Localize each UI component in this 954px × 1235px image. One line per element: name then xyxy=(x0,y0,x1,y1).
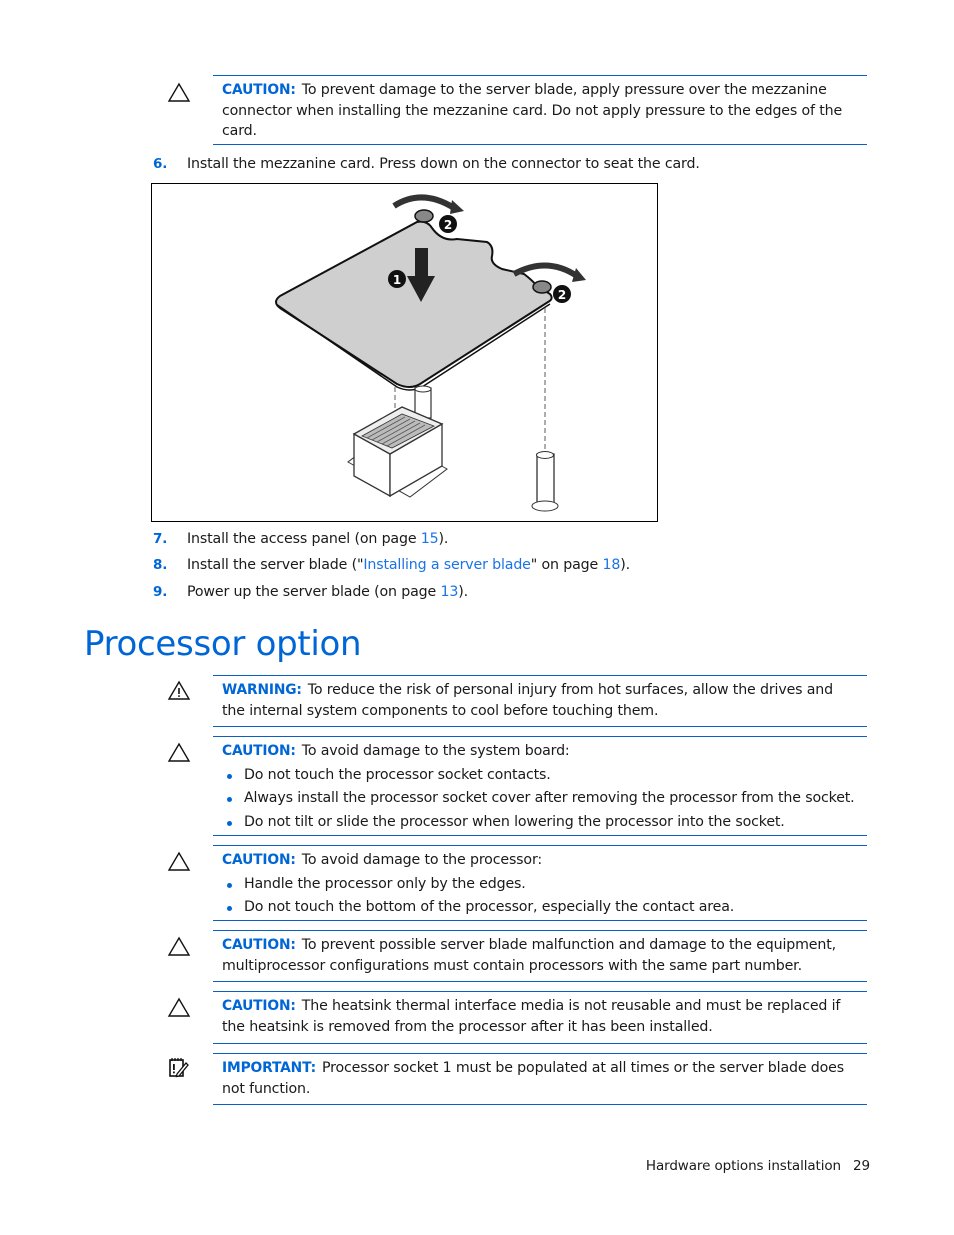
callout-1-label: 1 xyxy=(393,273,401,287)
step-item: 9. Power up the server blade (on page 13)… xyxy=(153,582,468,602)
step-text: Power up the server blade (on page xyxy=(187,584,441,600)
step-number: 7. xyxy=(153,531,168,547)
callout-2b-label: 2 xyxy=(558,288,566,302)
step-text: Install the access panel (on page xyxy=(187,531,421,547)
notice-label: CAUTION: xyxy=(222,937,296,953)
step-number: 6. xyxy=(153,156,168,172)
step-item: 6. Install the mezzanine card. Press down… xyxy=(153,154,700,174)
notice-text: To avoid damage to the processor: xyxy=(301,852,543,868)
step-number: 8. xyxy=(153,557,168,573)
bullet-item: Handle the processor only by the edges. xyxy=(222,873,857,897)
step-text-end: ). xyxy=(620,557,630,573)
notice-text: The heatsink thermal interface media is … xyxy=(222,998,841,1035)
important-notice: IMPORTANT: Processor socket 1 must be pop… xyxy=(213,1053,867,1105)
notice-label: CAUTION: xyxy=(222,82,296,98)
warning-triangle-icon xyxy=(167,680,191,700)
mezzanine-card-illustration: 1 2 2 xyxy=(275,194,586,512)
step-item: 7. Install the access panel (on page 15). xyxy=(153,529,448,549)
mezzanine-connector xyxy=(347,406,448,498)
step-text: Install the server blade (" xyxy=(187,557,364,573)
topic-link[interactable]: Installing a server blade xyxy=(363,557,531,573)
rotate-arrow-top xyxy=(392,194,456,211)
notice-text: To prevent damage to the server blade, a… xyxy=(222,82,843,139)
step-text-end: ). xyxy=(438,531,449,547)
caution-triangle-icon xyxy=(167,851,191,871)
caution-notice: CAUTION: The heatsink thermal interface m… xyxy=(213,991,867,1044)
manual-page: CAUTION: To prevent damage to the server … xyxy=(0,0,954,1235)
caution-notice: CAUTION: To prevent damage to the server … xyxy=(213,75,867,145)
step-text-end: ). xyxy=(458,584,468,600)
mezzanine-card-board xyxy=(275,220,553,388)
warning-notice: WARNING: To reduce the risk of personal i… xyxy=(213,675,867,727)
notice-label: WARNING: xyxy=(222,682,302,698)
section-heading: Processor option xyxy=(84,624,362,664)
thumbscrew-right xyxy=(532,280,552,294)
caution-triangle-icon xyxy=(167,997,191,1017)
bullet-list: Do not touch the processor socket contac… xyxy=(222,764,857,835)
caution-triangle-icon xyxy=(167,82,191,102)
mezzanine-card-figure: 1 2 2 xyxy=(151,183,658,522)
caution-notice: CAUTION: To avoid damage to the system bo… xyxy=(213,736,867,836)
notice-label: CAUTION: xyxy=(222,998,296,1014)
bullet-list: Handle the processor only by the edges. … xyxy=(222,873,857,920)
caution-triangle-icon xyxy=(167,936,191,956)
page-number: 29 xyxy=(853,1158,870,1174)
notice-text: To reduce the risk of personal injury fr… xyxy=(222,682,833,719)
bullet-item: Do not touch the processor socket contac… xyxy=(222,764,857,788)
step-number: 9. xyxy=(153,584,168,600)
bullet-item: Do not touch the bottom of the processor… xyxy=(222,896,857,920)
important-notepad-icon xyxy=(169,1058,189,1078)
standoff-tall xyxy=(531,451,559,512)
step-text-mid: " on page xyxy=(530,557,603,573)
bullet-item: Always install the processor socket cove… xyxy=(222,787,857,811)
callout-2a-label: 2 xyxy=(444,218,452,232)
step-text: Install the mezzanine card. Press down o… xyxy=(187,156,700,172)
notice-label: IMPORTANT: xyxy=(222,1060,316,1076)
page-link[interactable]: 18 xyxy=(602,557,620,573)
caution-triangle-icon xyxy=(167,742,191,762)
page-link[interactable]: 15 xyxy=(421,531,439,547)
notice-text: To prevent possible server blade malfunc… xyxy=(222,937,836,974)
step-item: 8. Install the server blade ("Installing … xyxy=(153,555,630,575)
page-link[interactable]: 13 xyxy=(440,584,458,600)
caution-notice: CAUTION: To prevent possible server blade… xyxy=(213,930,867,982)
thumbscrew-top xyxy=(414,209,434,223)
notice-label: CAUTION: xyxy=(222,852,296,868)
notice-text: To avoid damage to the system board: xyxy=(301,743,570,759)
bullet-item: Do not tilt or slide the processor when … xyxy=(222,811,857,835)
footer-section-name: Hardware options installation xyxy=(645,1158,842,1174)
notice-label: CAUTION: xyxy=(222,743,296,759)
page-footer: Hardware options installation 29 xyxy=(646,1158,870,1174)
caution-notice: CAUTION: To avoid damage to the processor… xyxy=(213,845,867,921)
